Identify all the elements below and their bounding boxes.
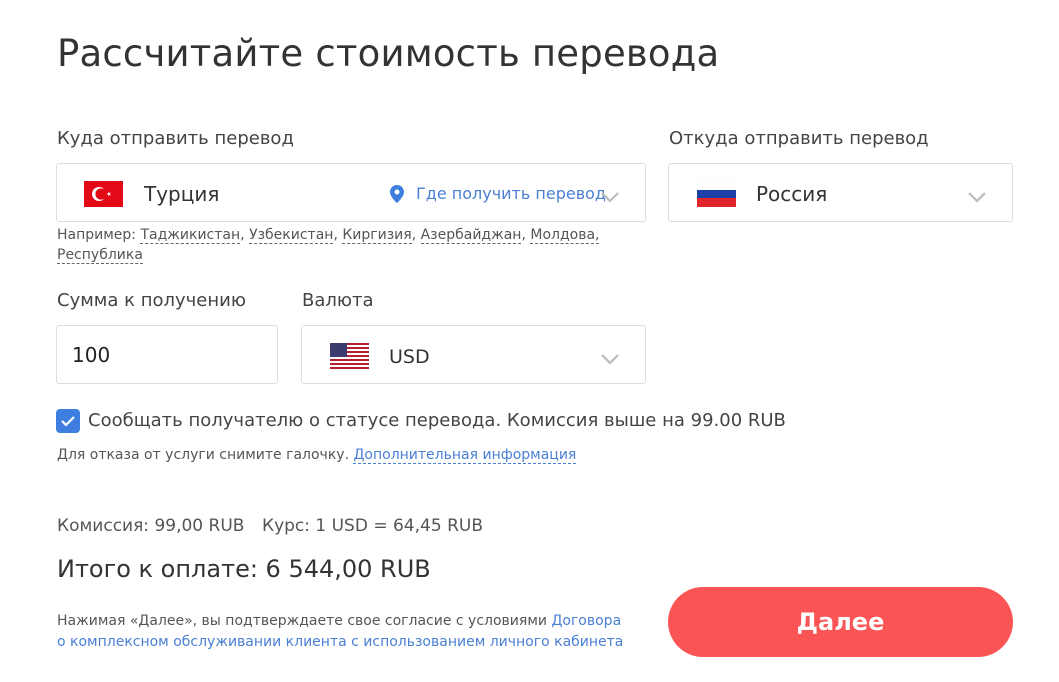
commission-text: Комиссия: 99,00 RUB — [57, 516, 245, 536]
example-country-link[interactable]: Узбекистан — [249, 227, 334, 244]
destination-examples: Например: Таджикистан, Узбекистан, Кирги… — [57, 227, 600, 264]
notify-hint-text: Для отказа от услуги снимите галочку. — [57, 447, 350, 463]
destination-country-select[interactable]: Турция Где получить перевод — [56, 163, 646, 222]
origin-country-select[interactable]: Россия — [668, 163, 1013, 222]
origin-country-value: Россия — [756, 182, 828, 206]
examples-prefix: Например: — [57, 227, 137, 243]
example-country-link[interactable]: Азербайджан — [420, 227, 522, 244]
next-button[interactable]: Далее — [668, 587, 1013, 657]
currency-value: USD — [389, 346, 430, 368]
chevron-down-icon[interactable] — [600, 188, 620, 203]
currency-select[interactable]: USD — [301, 325, 646, 384]
more-info-link[interactable]: Дополнительная информация — [353, 447, 577, 464]
contract-link[interactable]: Договора — [551, 613, 621, 629]
exchange-rate-text: Курс: 1 USD = 64,45 RUB — [262, 516, 483, 536]
agreement-text: Нажимая «Далее», вы подтверждаете свое с… — [57, 611, 657, 653]
turkey-flag-icon — [84, 181, 123, 207]
destination-label: Куда отправить перевод — [57, 128, 294, 149]
chevron-down-icon[interactable] — [600, 350, 620, 365]
total-amount: Итого к оплате: 6 544,00 RUB — [57, 555, 431, 583]
amount-input[interactable] — [56, 325, 278, 384]
currency-label: Валюта — [302, 290, 374, 311]
agreement-prefix: Нажимая «Далее», вы подтверждаете свое с… — [57, 613, 547, 629]
chevron-down-icon[interactable] — [967, 188, 987, 203]
contract-link-continuation[interactable]: о комплексном обслуживании клиента с исп… — [57, 634, 623, 650]
origin-label: Откуда отправить перевод — [669, 128, 929, 149]
where-to-receive-link[interactable]: Где получить перевод — [416, 184, 606, 203]
checkmark-icon — [61, 416, 75, 427]
russia-flag-icon — [697, 181, 736, 207]
example-country-link[interactable]: Киргизия — [342, 227, 412, 244]
amount-label: Сумма к получению — [57, 290, 246, 311]
usa-flag-icon — [330, 343, 369, 369]
page-title: Рассчитайте стоимость перевода — [57, 32, 720, 75]
destination-country-value: Турция — [144, 182, 220, 206]
example-country-link[interactable]: Таджикистан — [140, 227, 241, 244]
notify-label[interactable]: Сообщать получателю о статусе перевода. … — [88, 410, 786, 431]
notify-hint: Для отказа от услуги снимите галочку. До… — [57, 447, 577, 464]
notify-checkbox[interactable] — [56, 409, 80, 433]
location-pin-icon[interactable] — [390, 185, 404, 203]
